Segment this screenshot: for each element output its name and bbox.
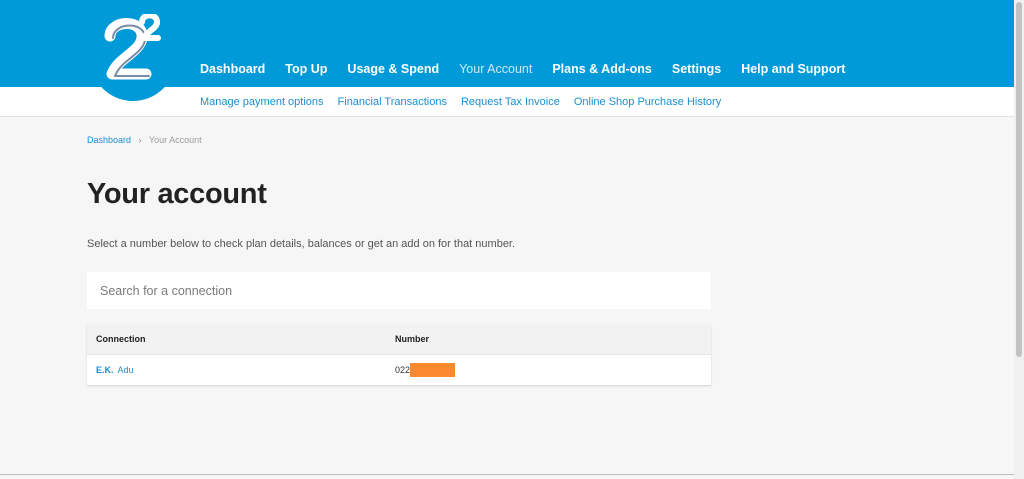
breadcrumb-home[interactable]: Dashboard [87,135,131,145]
phone-number-prefix: 022 [395,365,411,375]
breadcrumb: Dashboard › Your Account [87,135,202,145]
nav-item-dashboard[interactable]: Dashboard [200,62,265,76]
vertical-scrollbar[interactable] [1014,0,1024,479]
nav-item-settings[interactable]: Settings [672,62,721,76]
subnav-item-purchase-history[interactable]: Online Shop Purchase History [574,96,721,108]
subnav-item-manage-payment[interactable]: Manage payment options [200,96,324,108]
table-row[interactable]: E.K. Adu 022 [87,355,711,385]
page-title: Your account [87,178,267,210]
redaction-block [410,363,456,377]
search-input[interactable] [87,272,711,309]
page-bottom-divider [0,474,1014,475]
connection-surname: Adu [117,365,134,375]
nav-item-top-up[interactable]: Top Up [285,62,327,76]
connections-table: Connection Number E.K. Adu 022 [87,324,711,385]
main-nav: Dashboard Top Up Usage & Spend Your Acco… [200,62,865,76]
connection-cell: E.K. Adu [87,365,395,375]
nav-item-plans-addons[interactable]: Plans & Add-ons [552,62,652,76]
2degrees-logo-icon [104,14,161,80]
page-intro: Select a number below to check plan deta… [87,238,516,250]
nav-item-usage-spend[interactable]: Usage & Spend [347,62,439,76]
sub-nav: Manage payment options Financial Transac… [200,96,735,108]
breadcrumb-separator-icon: › [138,135,142,145]
column-header-number: Number [395,334,430,344]
connection-initials: E.K. [96,365,114,375]
subnav-item-request-tax-invoice[interactable]: Request Tax Invoice [461,96,560,108]
subnav-item-financial-transactions[interactable]: Financial Transactions [338,96,447,108]
connection-link[interactable]: E.K. Adu [96,365,134,375]
column-header-connection: Connection [96,334,146,344]
table-header: Connection Number [87,324,711,355]
nav-item-your-account[interactable]: Your Account [459,62,532,76]
scrollbar-thumb[interactable] [1016,2,1022,357]
number-cell: 022 [395,363,711,377]
phone-number: 022 [395,363,456,377]
brand-logo[interactable] [90,0,176,101]
breadcrumb-current: Your Account [148,135,202,145]
nav-item-help-support[interactable]: Help and Support [741,62,845,76]
